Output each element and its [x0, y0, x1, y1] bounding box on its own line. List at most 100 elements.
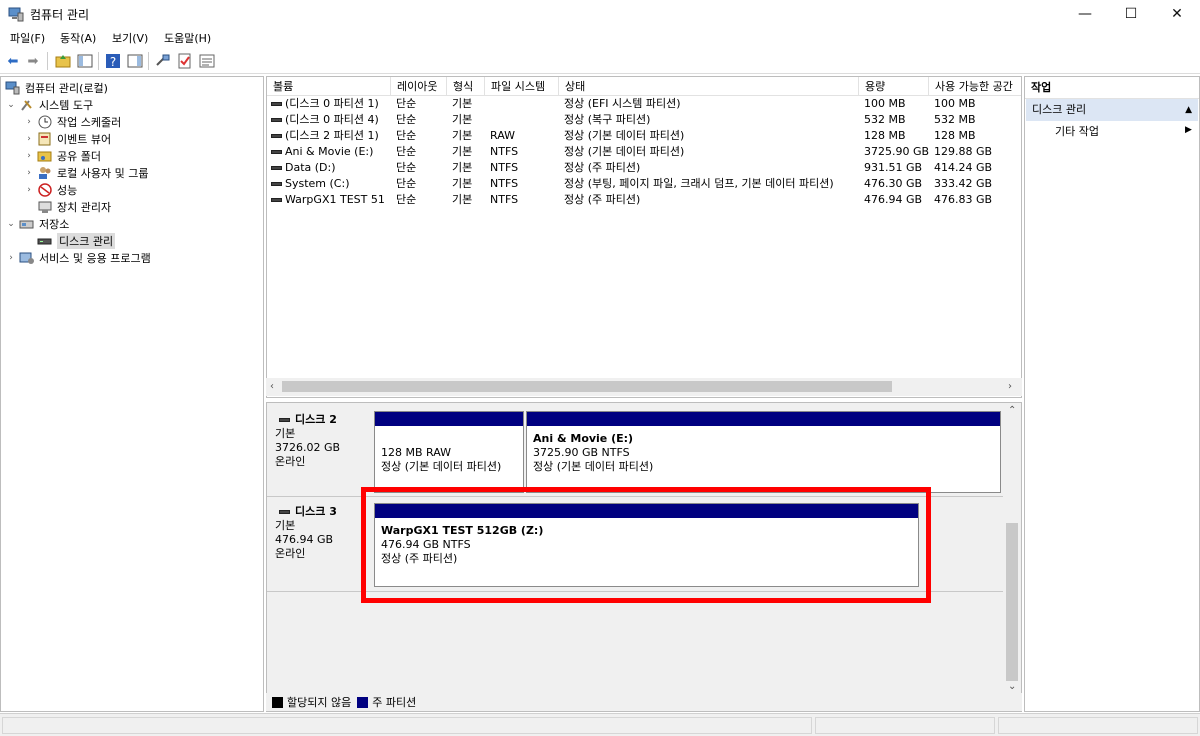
table-row[interactable]: (디스크 0 파티션 1) 단순 기본 정상 (EFI 시스템 파티션) 100 MB 1…	[267, 96, 1021, 112]
tree-item-local-users[interactable]: › 로컬 사용자 및 그룹	[23, 164, 148, 181]
tools-icon	[21, 99, 32, 111]
minimize-button[interactable]: —	[1062, 0, 1108, 28]
tree-item-services[interactable]: › 서비스 및 응용 프로그램	[5, 249, 151, 266]
chevron-right-icon[interactable]: ›	[23, 185, 35, 195]
close-button[interactable]: ✕	[1154, 0, 1200, 28]
tree-label: 시스템 도구	[39, 98, 94, 112]
cell-text: 3725.90 GB	[864, 145, 929, 158]
help-icon[interactable]: ?	[104, 52, 122, 70]
table-cell: 정상 (주 파티션)	[564, 160, 859, 176]
table-row[interactable]: Data (D:) 단순 기본 NTFS 정상 (주 파티션) 931.51 GB 414.…	[267, 160, 1021, 176]
chevron-down-icon[interactable]: ⌄	[5, 219, 17, 229]
actions-group-disk-management[interactable]: 디스크 관리 ▲	[1026, 99, 1198, 121]
cell-text: 기본	[452, 129, 473, 142]
chevron-right-icon[interactable]: ›	[23, 134, 35, 144]
column-header-capacity[interactable]: 용량	[859, 77, 929, 96]
tree-item-disk-management[interactable]: 디스크 관리	[37, 232, 116, 249]
column-header-type[interactable]: 형식	[447, 77, 485, 96]
table-cell: 기본	[452, 96, 485, 112]
tree-label: 저장소	[39, 217, 70, 231]
actions-group-label: 디스크 관리	[1032, 103, 1087, 116]
column-header-volume[interactable]: 볼륨	[267, 77, 391, 96]
scroll-left-icon[interactable]: ‹	[270, 381, 274, 392]
scroll-up-icon[interactable]: ⌃	[1008, 405, 1016, 416]
chevron-right-icon[interactable]: ›	[23, 117, 35, 127]
tree-label: 성능	[57, 183, 78, 197]
table-cell: 931.51 GB	[864, 160, 929, 176]
cell-text: 정상 (복구 파티션)	[564, 113, 651, 126]
connect-icon[interactable]	[154, 52, 172, 70]
services-icon	[19, 252, 34, 264]
tree-label: 디스크 관리	[57, 232, 116, 249]
menu-view[interactable]: 보기(V)	[112, 30, 148, 46]
table-row[interactable]: WarpGX1 TEST 51... 단순 기본 NTFS 정상 (주 파티션) 476.…	[267, 192, 1021, 208]
status-segment	[2, 717, 812, 734]
status-bar	[0, 713, 1200, 736]
menu-bar: 파일(F) 동작(A) 보기(V) 도움말(H)	[0, 28, 1200, 48]
tree-item-event-viewer[interactable]: › 이벤트 뷰어	[23, 130, 111, 147]
chevron-right-icon[interactable]: ›	[23, 168, 35, 178]
column-header-status[interactable]: 상태	[559, 77, 859, 96]
event-viewer-icon	[38, 132, 51, 145]
menu-action[interactable]: 동작(A)	[60, 30, 96, 46]
collapse-up-icon[interactable]: ▲	[1185, 99, 1192, 121]
disk2-name: 디스크 2	[295, 413, 337, 426]
cell-text: 476.83 GB	[934, 193, 993, 206]
table-row[interactable]: (디스크 2 파티션 1) 단순 기본 RAW 정상 (기본 데이터 파티션) 128 M…	[267, 128, 1021, 144]
tree-item-task-scheduler[interactable]: › 작업 스케줄러	[23, 113, 121, 130]
menu-help[interactable]: 도움말(H)	[164, 30, 211, 46]
table-cell: 476.30 GB	[864, 176, 929, 192]
table-cell: 기본	[452, 144, 485, 160]
tree-item-system-tools[interactable]: ⌄ 시스템 도구	[5, 96, 93, 113]
cell-text: Data (D:)	[285, 161, 336, 174]
cell-text: 기본	[452, 97, 473, 110]
list-view-icon[interactable]	[198, 52, 216, 70]
chevron-down-icon[interactable]: ⌄	[5, 100, 17, 110]
disk2-partition-ani-movie[interactable]: Ani & Movie (E:) 3725.90 GB NTFS 정상 (기본 …	[526, 411, 1001, 493]
scrollbar-thumb[interactable]	[282, 381, 892, 392]
show-hide-action-pane-icon[interactable]	[126, 52, 144, 70]
scroll-right-icon[interactable]: ›	[1008, 381, 1012, 392]
table-row[interactable]: System (C:) 단순 기본 NTFS 정상 (부팅, 페이지 파일, 크래시 덤…	[267, 176, 1021, 192]
disk2-info[interactable]: 디스크 2 기본 3726.02 GB 온라인	[275, 413, 340, 469]
up-folder-icon[interactable]	[54, 52, 72, 70]
chevron-right-icon[interactable]: ›	[23, 151, 35, 161]
vertical-scrollbar[interactable]: ⌃ ⌄	[1003, 403, 1021, 697]
back-arrow-icon[interactable]: ⬅	[4, 52, 22, 70]
forward-arrow-icon[interactable]: ➡	[24, 52, 42, 70]
computer-management-icon	[5, 81, 20, 94]
actions-more[interactable]: 기타 작업	[1055, 123, 1099, 141]
tree-item-computer-management[interactable]: 컴퓨터 관리(로컬)	[5, 79, 108, 96]
table-cell: NTFS	[490, 176, 559, 192]
tree-item-performance[interactable]: › 성능	[23, 181, 77, 198]
disk3-info[interactable]: 디스크 3 기본 476.94 GB 온라인	[275, 505, 337, 561]
submenu-arrow-icon: ▶	[1185, 125, 1192, 135]
volume-icon	[271, 102, 282, 106]
disk2-partition-raw[interactable]: 128 MB RAW 정상 (기본 데이터 파티션)	[374, 411, 524, 493]
tree-item-storage[interactable]: ⌄ 저장소	[5, 215, 69, 232]
scrollbar-thumb[interactable]	[1006, 523, 1018, 681]
volume-icon	[271, 166, 282, 170]
chevron-right-icon[interactable]: ›	[5, 253, 17, 263]
horizontal-scrollbar[interactable]: ‹ ›	[266, 378, 1022, 396]
table-row[interactable]: Ani & Movie (E:) 단순 기본 NTFS 정상 (기본 데이터 파티션) 3…	[267, 144, 1021, 160]
table-row[interactable]: (디스크 0 파티션 4) 단순 기본 정상 (복구 파티션) 532 MB 532 MB	[267, 112, 1021, 128]
properties-check-icon[interactable]	[176, 52, 194, 70]
partition-status: 정상 (기본 데이터 파티션)	[533, 460, 654, 473]
menu-file[interactable]: 파일(F)	[10, 30, 45, 46]
cell-text: 단순	[396, 97, 417, 110]
cell-text: 532 MB	[934, 113, 976, 126]
show-hide-console-tree-icon[interactable]	[76, 52, 94, 70]
cell-text: 단순	[396, 177, 417, 190]
column-header-free-space[interactable]: 사용 가능한 공간	[929, 77, 1021, 96]
tree-item-device-manager[interactable]: 장치 관리자	[37, 198, 111, 215]
cell-text: 단순	[396, 145, 417, 158]
cell-text: 532 MB	[864, 113, 906, 126]
tree-item-shared-folders[interactable]: › 공유 폴더	[23, 147, 101, 164]
column-header-file-system[interactable]: 파일 시스템	[485, 77, 559, 96]
column-header-layout[interactable]: 레이아웃	[391, 77, 447, 96]
maximize-button[interactable]: ☐	[1108, 0, 1154, 28]
table-cell: (디스크 2 파티션 1)	[267, 128, 386, 144]
scroll-down-icon[interactable]: ⌄	[1008, 681, 1016, 692]
cell-text: (디스크 0 파티션 4)	[285, 113, 379, 126]
